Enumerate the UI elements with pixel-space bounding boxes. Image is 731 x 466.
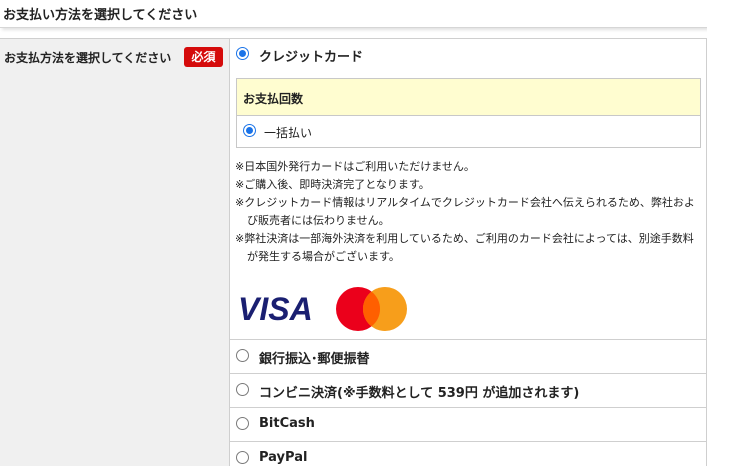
bank-transfer-option[interactable]: 銀行振込･郵便振替 bbox=[230, 339, 707, 373]
note-item: ※クレジットカード情報はリアルタイムでクレジットカード会社へ伝えられるため、弊社… bbox=[235, 196, 695, 227]
payment-method-label: お支払方法を選択してください bbox=[4, 51, 172, 65]
bitcash-radio[interactable] bbox=[236, 417, 249, 430]
credit-card-option[interactable]: クレジットカード bbox=[230, 39, 707, 71]
lump-sum-label[interactable]: 一括払い bbox=[264, 124, 312, 141]
note-item: ※弊社決済は一部海外決済を利用しているため、ご利用のカード会社によっては、別途手… bbox=[235, 232, 694, 263]
note-item: ※日本国外発行カードはご利用いただけません。 bbox=[235, 160, 475, 173]
credit-card-label[interactable]: クレジットカード bbox=[259, 46, 363, 65]
paypal-option[interactable]: PayPal bbox=[230, 441, 707, 466]
payment-method-label-cell: お支払方法を選択してください 必須 bbox=[0, 39, 230, 466]
card-brand-logos-svg: VISA bbox=[238, 287, 407, 331]
paypal-radio[interactable] bbox=[236, 451, 249, 464]
bank-transfer-radio[interactable] bbox=[236, 349, 249, 362]
mastercard-logo bbox=[336, 287, 407, 331]
convenience-store-radio[interactable] bbox=[236, 383, 249, 396]
payment-options: クレジットカード お支払回数 一括払い ※日本国外発行カードはご利用いただけませ… bbox=[230, 39, 707, 466]
credit-card-radio[interactable] bbox=[236, 47, 249, 60]
paypal-label[interactable]: PayPal bbox=[259, 450, 307, 465]
card-brand-logos: VISA bbox=[238, 285, 408, 333]
credit-card-notes: ※日本国外発行カードはご利用いただけません。 ※ご購入後、即時決済完了となります… bbox=[235, 158, 700, 266]
visa-logo: VISA bbox=[238, 291, 313, 327]
convenience-store-label[interactable]: コンビニ決済(※手数料として 539円 が追加されます) bbox=[259, 382, 579, 401]
bank-transfer-label[interactable]: 銀行振込･郵便振替 bbox=[259, 348, 370, 367]
required-badge: 必須 bbox=[184, 47, 223, 67]
bitcash-option[interactable]: BitCash bbox=[230, 407, 707, 441]
bitcash-label[interactable]: BitCash bbox=[259, 416, 315, 431]
installment-header: お支払回数 bbox=[237, 79, 700, 116]
lump-sum-radio[interactable] bbox=[243, 124, 256, 137]
convenience-store-option[interactable]: コンビニ決済(※手数料として 539円 が追加されます) bbox=[230, 373, 707, 407]
installment-box: お支払回数 一括払い bbox=[236, 78, 701, 148]
section-title: お支払い方法を選択してください bbox=[0, 0, 707, 28]
page-gutter bbox=[707, 0, 731, 466]
note-item: ※ご購入後、即時決済完了となります。 bbox=[235, 178, 430, 191]
payment-method-row: お支払方法を選択してください 必須 クレジットカード お支払回数 一括払い ※日… bbox=[0, 38, 707, 466]
